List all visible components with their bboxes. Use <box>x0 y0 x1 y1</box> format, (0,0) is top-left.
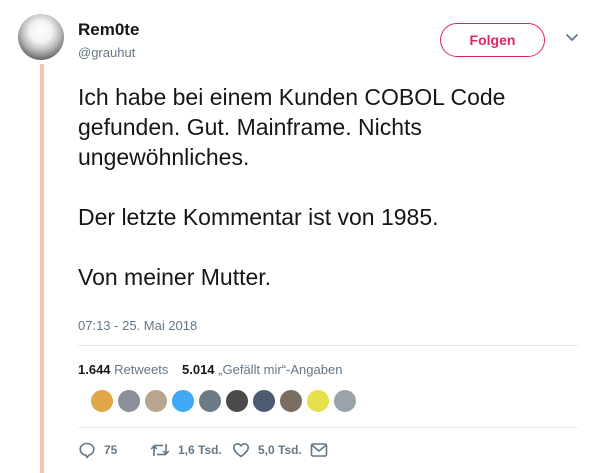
retweet-icon <box>150 444 170 456</box>
like-count: 5,0 Tsd. <box>258 443 302 457</box>
envelope-icon <box>310 443 328 457</box>
liker-avatar-7[interactable] <box>252 389 276 413</box>
retweet-count: 1,6 Tsd. <box>178 443 222 457</box>
avatar[interactable] <box>18 14 64 60</box>
display-name[interactable]: Rem0te <box>78 20 139 40</box>
tweet-paragraph: Von meiner Mutter. <box>78 264 272 290</box>
follow-button[interactable]: Folgen <box>440 23 545 57</box>
liker-avatars <box>90 389 360 415</box>
retweets-count[interactable]: 1.644 <box>78 362 111 377</box>
likes-label[interactable]: „Gefällt mir“-Angaben <box>218 362 342 377</box>
heart-icon <box>233 443 249 458</box>
avatar-highlight <box>31 21 51 43</box>
reply-count: 75 <box>104 443 118 457</box>
tweet-text: Ich habe bei einem Kunden COBOL Code gef… <box>78 82 583 292</box>
user-handle[interactable]: @grauhut <box>78 45 135 60</box>
liker-avatar-8[interactable] <box>279 389 303 413</box>
reply-icon <box>79 442 95 459</box>
chevron-down-icon[interactable] <box>563 29 581 47</box>
divider <box>78 345 578 346</box>
liker-avatar-6[interactable] <box>225 389 249 413</box>
tweet-actions: 75 1,6 Tsd. 5,0 Tsd. <box>78 440 328 460</box>
reply-button[interactable]: 75 <box>78 441 150 459</box>
direct-message-button[interactable] <box>310 442 328 458</box>
liker-avatar-4[interactable] <box>171 389 195 413</box>
tweet-paragraph: Ich habe bei einem Kunden COBOL Code gef… <box>78 84 506 170</box>
liker-avatar-1[interactable] <box>90 389 114 413</box>
retweet-button[interactable]: 1,6 Tsd. <box>150 441 232 459</box>
divider <box>78 427 578 428</box>
liker-avatar-3[interactable] <box>144 389 168 413</box>
liker-avatar-5[interactable] <box>198 389 222 413</box>
likes-count[interactable]: 5.014 <box>182 362 215 377</box>
liker-avatar-10[interactable] <box>333 389 357 413</box>
tweet-stats: 1.644 Retweets 5.014 „Gefällt mir“-Angab… <box>78 362 342 377</box>
liker-avatar-9[interactable] <box>306 389 330 413</box>
thread-line <box>40 64 44 473</box>
liker-avatar-2[interactable] <box>117 389 141 413</box>
tweet-paragraph: Der letzte Kommentar ist von 1985. <box>78 204 439 230</box>
retweets-label[interactable]: Retweets <box>114 362 168 377</box>
like-button[interactable]: 5,0 Tsd. <box>232 441 310 459</box>
tweet-timestamp[interactable]: 07:13 - 25. Mai 2018 <box>78 318 197 333</box>
